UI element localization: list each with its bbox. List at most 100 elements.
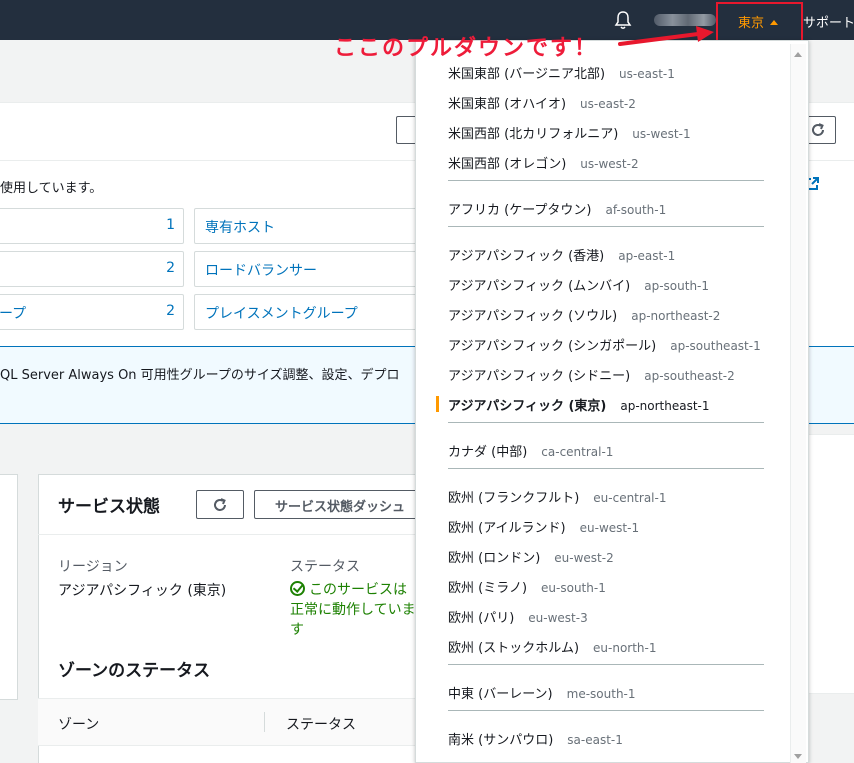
selected-indicator [436,396,439,412]
region-option-code: ap-south-1 [644,279,710,293]
region-option[interactable]: 米国西部 (北カリフォルニア) us-west-1 [448,123,691,142]
left-panel-partial [0,474,18,700]
resource-card-dedicated-hosts[interactable]: 専有ホスト [194,208,424,244]
region-option[interactable]: アジアパシフィック (シンガポール) ap-southeast-1 [448,335,761,354]
support-menu[interactable]: サポート [803,12,854,31]
region-option[interactable]: 米国東部 (オハイオ) us-east-2 [448,93,636,112]
resource-card-count: 1 [166,217,175,233]
region-option-code: af-south-1 [605,203,667,217]
region-option-name: アジアパシフィック (シンガポール) [448,339,657,354]
region-option-name: 欧州 (アイルランド) [448,521,566,536]
region-option-code: us-west-1 [632,127,691,141]
resource-card-load-balancers[interactable]: ロードバランサー [194,251,424,287]
info-banner-text: QL Server Always On 可用性グループのサイズ調整、設定、デプロ [0,368,400,383]
region-group-separator [448,226,764,227]
check-circle-icon [290,581,305,596]
region-option-code: us-west-2 [580,157,639,171]
service-health-refresh-button[interactable] [196,490,244,519]
region-group-separator [448,664,764,665]
region-option-name: 欧州 (ストックホルム) [448,641,580,656]
region-option[interactable]: 欧州 (ロンドン) eu-west-2 [448,547,614,566]
resource-card-label: ープ [0,306,27,322]
region-option-code: me-south-1 [566,687,636,701]
region-option-code: ap-southeast-1 [670,339,761,353]
service-health-dashboard-button[interactable]: サービス状態ダッシュ [254,490,424,519]
region-option-code: eu-west-2 [554,551,614,565]
region-option[interactable]: 欧州 (パリ) eu-west-3 [448,607,588,626]
status-value: このサービスは正常に動作しています [290,582,416,638]
region-option-name: アフリカ (ケープタウン) [448,203,592,218]
region-dropdown-menu: 米国東部 (バージニア北部) us-east-1 米国東部 (オハイオ) us-eas… [415,40,809,763]
resource-card-placement[interactable]: ープ 2 [0,294,184,330]
status-column-header: ステータス [286,717,356,733]
region-label: リージョン [58,559,128,575]
region-group-separator [448,180,764,181]
refresh-icon [214,497,226,511]
annotation-arrow-icon [618,26,714,46]
service-health-title: サービス状態 [58,497,160,517]
region-option[interactable]: アジアパシフィック (シドニー) ap-southeast-2 [448,365,735,384]
region-option[interactable]: アフリカ (ケープタウン) af-south-1 [448,199,666,218]
region-option[interactable]: 欧州 (フランクフルト) eu-central-1 [448,487,666,506]
region-option[interactable]: カナダ (中部) ca-central-1 [448,441,613,460]
resource-card[interactable]: 1 [0,208,184,244]
region-option-code: eu-north-1 [593,641,657,655]
region-option[interactable]: 欧州 (ストックホルム) eu-north-1 [448,637,657,656]
region-value: アジアパシフィック (東京) [58,583,227,599]
region-option[interactable]: アジアパシフィック (ソウル) ap-northeast-2 [448,305,720,324]
refresh-icon [812,123,824,136]
region-option[interactable]: 中東 (バーレーン) me-south-1 [448,683,636,702]
region-option[interactable]: 欧州 (ミラノ) eu-south-1 [448,577,606,596]
region-option-code: ap-east-1 [618,249,676,263]
region-option-name: アジアパシフィック (シドニー) [448,369,631,384]
column-separator [264,712,265,732]
region-group-separator [448,710,764,711]
region-option[interactable]: アジアパシフィック (香港) ap-east-1 [448,245,675,264]
resource-card-count: 2 [166,303,175,319]
region-option[interactable]: アジアパシフィック (ムンバイ) ap-south-1 [448,275,709,294]
region-option-code: us-east-2 [580,97,636,111]
region-option-name: 欧州 (パリ) [448,611,515,626]
region-option-name: 米国西部 (オレゴン) [448,157,567,172]
region-option[interactable]: 南米 (サンパウロ) sa-east-1 [448,729,623,748]
region-option-code: ap-southeast-2 [644,369,735,383]
region-option-code: ap-northeast-2 [631,309,721,323]
resource-card-placement-groups[interactable]: プレイスメントグループ [194,294,424,330]
scroll-down-icon[interactable] [794,754,802,759]
zone-column-header: ゾーン [58,717,100,733]
resource-card-label: プレイスメントグループ [205,306,358,322]
region-option-code: eu-west-1 [579,521,640,535]
region-option-name: アジアパシフィック (ソウル) [448,309,618,324]
region-option-name: 中東 (バーレーン) [448,687,553,702]
resources-usage-text: 使用しています。 [0,181,103,196]
region-option-name: アジアパシフィック (ムンバイ) [448,279,631,294]
resource-card[interactable]: 2 [0,251,184,287]
region-option[interactable]: 米国東部 (バージニア北部) us-east-1 [448,63,675,82]
region-option-name: 欧州 (ロンドン) [448,551,541,566]
region-option-name: アジアパシフィック (香港) [448,249,605,264]
region-option[interactable]: 欧州 (アイルランド) eu-west-1 [448,517,639,536]
region-option-code: sa-east-1 [567,733,623,747]
region-option-name: カナダ (中部) [448,445,528,460]
region-option-name: 米国西部 (北カリフォルニア) [448,127,619,142]
region-group-separator [448,468,764,469]
region-option-code: eu-west-3 [528,611,588,625]
resource-card-label: 専有ホスト [205,220,275,236]
region-option-name: 南米 (サンパウロ) [448,733,554,748]
region-option-code: us-east-1 [619,67,675,81]
resource-card-count: 2 [166,260,175,276]
annotation-text: ここのプルダウンです！ [334,36,599,61]
region-option-name: 欧州 (ミラノ) [448,581,528,596]
dropdown-scrollbar[interactable] [790,44,806,763]
status-ok: このサービスは正常に動作しています [290,580,416,640]
region-option-name: 米国東部 (オハイオ) [448,97,567,112]
region-option[interactable]: アジアパシフィック (東京) ap-northeast-1 [448,395,710,414]
resource-card-label: ロードバランサー [205,263,317,279]
divider [38,534,438,535]
region-option[interactable]: 米国西部 (オレゴン) us-west-2 [448,153,639,172]
scroll-up-icon[interactable] [794,52,802,57]
region-option-code: eu-south-1 [541,581,606,595]
region-option-code: ca-central-1 [541,445,614,459]
region-option-code: ap-northeast-1 [620,399,710,413]
region-option-name: 米国東部 (バージニア北部) [448,67,606,82]
